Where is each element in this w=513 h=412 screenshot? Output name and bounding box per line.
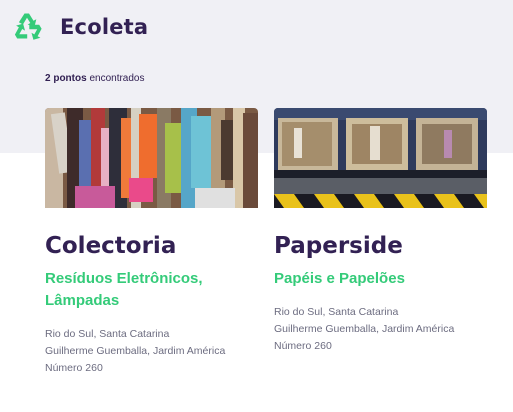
point-name: Paperside [274,233,403,259]
point-street: Guilherme Guemballa, Jardim América [274,323,455,335]
point-items-line: Lâmpadas [45,292,120,309]
point-items: Papéis e Papelões [274,268,487,290]
brand[interactable]: Ecoleta [12,10,148,44]
point-items-line: Papéis e Papelões [274,270,405,287]
results-count-suffix: encontrados [86,73,145,84]
point-street: Guilherme Guemballa, Jardim América [45,345,226,357]
app-title: Ecoleta [60,15,149,39]
point-city-state: Rio do Sul, Santa Catarina [45,328,170,340]
point-card[interactable]: Paperside Papéis e Papelões Rio do Sul, … [274,108,487,355]
page: Ecoleta 2 pontos encontrados Colectoria … [0,0,513,412]
point-items-line: Resíduos Eletrônicos, [45,270,203,287]
results-count: 2 pontos encontrados [45,73,145,84]
point-city-state: Rio do Sul, Santa Catarina [274,306,399,318]
point-image [45,108,258,208]
point-items: Resíduos Eletrônicos, Lâmpadas [45,268,258,312]
results-count-number: 2 pontos [45,73,87,84]
point-address: Rio do Sul, Santa Catarina Guilherme Gue… [274,304,487,355]
point-number: Número 260 [45,362,103,374]
recycle-icon [14,13,42,40]
point-card[interactable]: Colectoria Resíduos Eletrônicos, Lâmpada… [45,108,258,377]
point-address: Rio do Sul, Santa Catarina Guilherme Gue… [45,326,258,377]
point-name: Colectoria [45,233,177,259]
point-image [274,108,487,208]
point-number: Número 260 [274,340,332,352]
